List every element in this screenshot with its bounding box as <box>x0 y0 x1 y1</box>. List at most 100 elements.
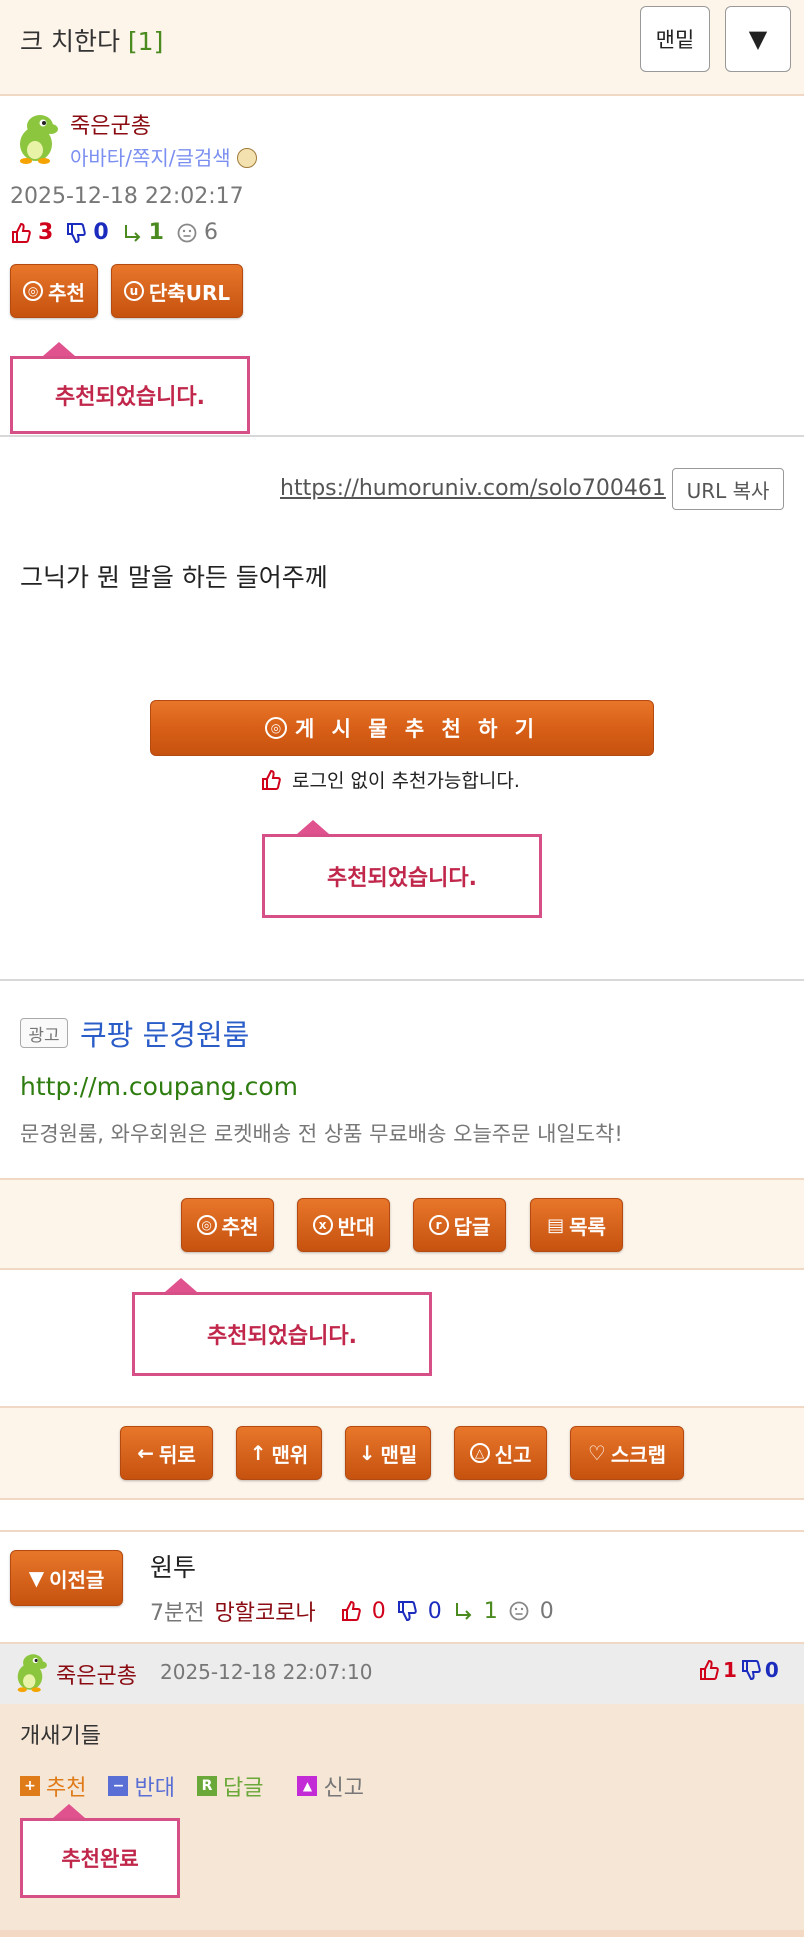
recommend-done-notice: 추천완료 <box>20 1804 180 1898</box>
dinosaur-avatar-icon[interactable] <box>10 1652 50 1692</box>
circle-u-icon: u <box>123 281 144 301</box>
url-copy-button[interactable]: URL 복사 <box>672 468 784 510</box>
post-date: 2025-12-18 22:02:17 <box>10 184 244 209</box>
circle-o-icon: ◎ <box>23 281 44 301</box>
divider <box>0 1642 804 1644</box>
heart-icon: ♡ <box>587 1441 606 1465</box>
smiley-views-icon <box>509 1601 529 1621</box>
dropdown-menu-button[interactable]: ▼ <box>725 6 791 72</box>
author-links[interactable]: 아바타/쪽지/글검색 <box>70 142 257 171</box>
reply-label: 답글 <box>453 1214 491 1239</box>
recommended-notice: 추천되었습니다. <box>10 342 250 434</box>
post-url-link[interactable]: https://humoruniv.com/solo700461 <box>280 476 666 501</box>
r-icon: R <box>196 1776 217 1796</box>
author-links-label[interactable]: 아바타/쪽지/글검색 <box>70 146 231 170</box>
previous-post-author[interactable]: 망할코로나 <box>214 1595 315 1627</box>
comment-author[interactable]: 죽은군총 <box>56 1658 137 1690</box>
list-label: 목록 <box>569 1214 606 1239</box>
circle-report-icon: △ <box>469 1443 490 1463</box>
comment-down-count: 0 <box>764 1658 779 1682</box>
thumbs-down-icon <box>67 222 87 243</box>
divider <box>0 435 804 437</box>
circle-x-icon: x <box>312 1215 333 1235</box>
list-button[interactable]: ▤ 목록 <box>530 1198 623 1252</box>
down-count: 0 <box>93 220 109 245</box>
previous-post-time: 7분전 <box>150 1601 205 1626</box>
scrap-button[interactable]: ♡ 스크랩 <box>570 1426 684 1480</box>
report-button[interactable]: △ 신고 <box>454 1426 547 1480</box>
comment-up-count: 1 <box>723 1658 737 1682</box>
recommend-button[interactable]: ◎ 추천 <box>181 1198 274 1252</box>
down-arrow-icon: ↓ <box>358 1441 376 1465</box>
post-content: 그닉가 뭔 말을 하든 들어주께 <box>20 563 328 592</box>
short-url-button[interactable]: u 단축URL <box>111 264 243 318</box>
up-count: 3 <box>38 220 54 245</box>
thumbs-up-icon <box>700 1659 719 1680</box>
page-title: 크 치한다 [1] <box>20 22 163 58</box>
recommend-note: 로그인 없이 추천가능합니다. <box>260 766 520 793</box>
ad-description[interactable]: 문경원룸, 와우회원은 로켓배송 전 상품 무료배송 오늘주문 내일도착! <box>20 1118 623 1148</box>
oppose-button[interactable]: x 반대 <box>297 1198 390 1252</box>
triangle-down-icon: ▼ <box>28 1566 45 1590</box>
recommend-label: 추천 <box>221 1214 259 1239</box>
post-title: 크 치한다 <box>20 27 120 56</box>
comment-text: 개새기들 <box>20 1724 101 1749</box>
previous-reply-count: 1 <box>483 1598 498 1624</box>
left-arrow-icon: ← <box>137 1441 154 1465</box>
circle-r-icon: r <box>428 1215 449 1235</box>
post-stats: 3 0 1 6 <box>10 220 218 245</box>
thumbs-up-icon <box>341 1600 361 1621</box>
previous-post-button[interactable]: ▼ 이전글 <box>10 1550 123 1606</box>
previous-post-label: 이전글 <box>49 1567 105 1592</box>
bottom-label: 맨밑 <box>380 1442 418 1467</box>
previous-post-meta: 7분전 망할코로나 0 0 1 0 <box>150 1595 554 1627</box>
comment-report-label: 신고 <box>323 1776 364 1801</box>
comment-count: [1] <box>127 27 164 56</box>
comment-date: 2025-12-18 22:07:10 <box>160 1660 373 1684</box>
previous-down-count: 0 <box>427 1598 442 1624</box>
comment-reply-label: 답글 <box>222 1776 264 1801</box>
thumbs-up-icon <box>262 769 281 790</box>
back-button[interactable]: ← 뒤로 <box>120 1426 213 1480</box>
circle-o-icon: ◎ <box>264 717 287 739</box>
author-name[interactable]: 죽은군총 <box>70 108 151 140</box>
comment-report-button[interactable]: ▲ 신고 <box>297 1770 364 1802</box>
comment-recommend-button[interactable]: + 추천 <box>20 1770 86 1802</box>
dinosaur-avatar-icon[interactable] <box>10 112 62 164</box>
minus-icon: − <box>108 1776 129 1796</box>
short-url-label: 단축URL <box>148 280 231 305</box>
ad-url[interactable]: http://m.coupang.com <box>20 1072 298 1101</box>
comment-oppose-label: 반대 <box>134 1776 175 1801</box>
thumbs-down-icon <box>397 1601 417 1622</box>
recommended-notice: 추천되었습니다. <box>262 820 542 918</box>
divider <box>0 1530 804 1532</box>
reply-arrow-icon <box>455 1603 472 1620</box>
thumbs-up-icon <box>12 222 31 243</box>
recommend-button[interactable]: ◎ 추천 <box>10 264 98 318</box>
smiley-views-icon <box>177 223 197 242</box>
previous-view-count: 0 <box>539 1598 554 1624</box>
comment-reply-button[interactable]: R 답글 <box>196 1770 264 1802</box>
reply-button[interactable]: r 답글 <box>413 1198 506 1252</box>
go-bottom-button[interactable]: ↓ 맨밑 <box>345 1426 431 1480</box>
back-label: 뒤로 <box>158 1442 196 1467</box>
recommend-post-button[interactable]: ◎ 게 시 물 추 천 하 기 <box>150 700 654 756</box>
scrap-label: 스크랩 <box>610 1442 667 1467</box>
oppose-label: 반대 <box>337 1214 375 1239</box>
bottom-border <box>0 1930 804 1937</box>
ad-title[interactable]: 쿠팡 문경원룸 <box>80 1012 249 1054</box>
comment-votes: 1 0 <box>698 1658 779 1682</box>
top-bar: 크 치한다 [1] 맨밑 ▼ <box>0 0 804 96</box>
view-count: 6 <box>203 220 218 245</box>
comment-oppose-button[interactable]: − 반대 <box>108 1770 175 1802</box>
go-top-button[interactable]: ↑ 맨위 <box>236 1426 322 1480</box>
siren-icon: ▲ <box>297 1776 318 1796</box>
go-bottom-button[interactable]: 맨밑 <box>640 6 710 72</box>
circle-o-icon: ◎ <box>196 1215 217 1235</box>
divider <box>0 979 804 981</box>
up-arrow-icon: ↑ <box>249 1441 267 1465</box>
recommended-notice: 추천되었습니다. <box>132 1278 432 1376</box>
previous-post-title[interactable]: 원투 <box>150 1548 196 1584</box>
comment-recommend-label: 추천 <box>46 1776 87 1801</box>
reply-arrow-icon <box>124 224 141 242</box>
